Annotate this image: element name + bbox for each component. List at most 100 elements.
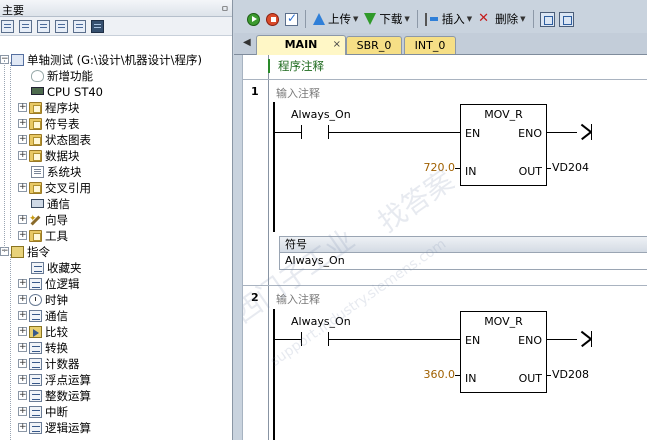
power-rail [273,309,275,440]
contact-left-bar[interactable] [301,332,302,346]
tree-item[interactable]: + 中断 [18,404,68,420]
tree-item[interactable]: − 指令 [0,244,50,260]
mov-r-box[interactable]: MOV_R EN ENO IN OUT [460,311,547,393]
table-icon[interactable] [73,19,86,33]
box-name: MOV_R [484,108,523,121]
expand-icon[interactable]: + [18,359,27,368]
expand-icon[interactable]: + [18,231,27,240]
contact-label: Always_On [291,108,351,121]
stop-button[interactable] [263,9,282,29]
tab-sbr0[interactable]: SBR_0 [346,36,402,54]
expand-icon[interactable]: + [18,215,27,224]
tree-item[interactable]: + 逻辑运算 [18,420,91,436]
expand-icon[interactable]: + [18,343,27,352]
tab-scroll-left-icon[interactable]: ◀ [243,37,251,48]
expand-icon[interactable]: + [18,119,27,128]
leaf-icon [29,277,42,290]
in-pin: IN [465,372,477,385]
out-operand[interactable]: VD208 [552,368,589,381]
tree-item[interactable]: 新增功能 [18,68,93,84]
network-comment[interactable]: 输入注释 [276,85,320,101]
document-icon[interactable] [37,19,50,33]
in-operand[interactable]: 720.0 [403,161,456,174]
expand-icon[interactable]: + [18,391,27,400]
download-button[interactable]: 下载 ▼ [361,9,412,29]
insert-button[interactable]: 插入 ▼ [422,9,475,29]
tree-item[interactable]: + 通信 [18,308,68,324]
in-operand[interactable]: 360.0 [403,368,456,381]
tree-item[interactable]: − 单轴测试 (G:\设计\机器设计\程序) [0,52,202,68]
tree-item-label: 新增功能 [47,69,93,83]
expand-icon[interactable]: + [18,135,27,144]
program-comment[interactable]: 程序注释 [268,59,324,73]
tree-item[interactable]: 收藏夹 [18,260,82,276]
tree-item[interactable]: + 数据块 [18,148,80,164]
tree-item[interactable]: + 向导 [18,211,68,228]
symbol-row[interactable]: Always_On [280,253,647,269]
expand-icon[interactable]: + [18,375,27,384]
project-view-icon[interactable] [1,19,14,33]
dropdown-arrow-icon[interactable]: ▼ [520,15,525,23]
tab-int0[interactable]: INT_0 [404,36,456,54]
tree-item-label: 数据块 [45,149,80,163]
leaf-icon [29,389,42,402]
tree-item[interactable]: + 整数运算 [18,388,91,404]
leaf-icon [29,373,42,386]
tree-guide-line [10,62,11,238]
expand-icon[interactable]: + [18,327,27,336]
window-icon[interactable] [558,11,574,27]
tree-item[interactable]: + 比较 [18,324,68,340]
leaf-icon [29,405,42,418]
clock-icon [29,293,42,306]
expand-icon[interactable]: + [18,295,27,304]
upload-button[interactable]: 上传 ▼ [310,9,361,29]
tree-item[interactable]: + 状态图表 [18,132,91,148]
list-icon[interactable] [19,19,32,33]
network-comment[interactable]: 输入注释 [276,291,320,307]
tree-item[interactable]: + 时钟 [18,292,68,308]
tree-item[interactable]: 系统块 [18,164,82,180]
document-icon[interactable] [55,19,68,33]
pane-toolbar [0,17,232,36]
rung-wire [329,339,460,340]
tree-item[interactable]: + 程序块 [18,100,80,116]
tree-item[interactable]: + 计数器 [18,356,80,372]
monitor-icon[interactable] [91,19,104,33]
dropdown-arrow-icon[interactable]: ▼ [467,15,472,23]
compile-button[interactable] [282,9,301,29]
expand-icon[interactable]: + [18,311,27,320]
tree-item-label: 位逻辑 [45,277,80,291]
out-operand[interactable]: VD204 [552,161,589,174]
folder-icon [29,229,42,242]
ladder-editor[interactable]: 程序注释 1 输入注释 Always_On MOV_R EN ENO IN OU… [242,55,647,440]
dropdown-arrow-icon[interactable]: ▼ [353,15,358,23]
delete-button[interactable]: ✕ 删除 ▼ [475,9,528,29]
toolbar-separator [416,10,418,28]
contact-left-bar[interactable] [301,125,302,139]
leaf-icon [29,421,42,434]
tree-item[interactable]: CPU ST40 [18,84,103,100]
expand-icon[interactable]: + [18,103,27,112]
close-tab-icon[interactable]: × [333,36,341,53]
expand-icon[interactable]: + [18,151,27,160]
rung-wire [547,339,577,340]
tree-item[interactable]: + 符号表 [18,116,80,132]
tree-item-label: 程序块 [45,101,80,115]
network-view-icon[interactable] [539,11,555,27]
folder-icon [29,101,42,114]
tree-item[interactable]: + 浮点运算 [18,372,91,388]
tree-item[interactable]: + 位逻辑 [18,276,80,292]
expand-icon[interactable]: + [18,423,27,432]
expand-icon[interactable]: + [18,407,27,416]
dropdown-arrow-icon[interactable]: ▼ [404,15,409,23]
tab-main[interactable]: MAIN × [256,35,346,55]
expand-icon[interactable]: + [18,279,27,288]
mov-r-box[interactable]: MOV_R EN ENO IN OUT [460,104,547,186]
tree-item[interactable]: + 转换 [18,340,68,356]
tree-item[interactable]: + 工具 [18,228,68,244]
run-button[interactable] [244,9,263,29]
expand-icon[interactable]: + [18,183,27,192]
tree-item[interactable]: 通信 [18,196,70,212]
pin-icon[interactable]: ㅁ [221,2,229,15]
tree-item[interactable]: + 交叉引用 [18,180,91,196]
